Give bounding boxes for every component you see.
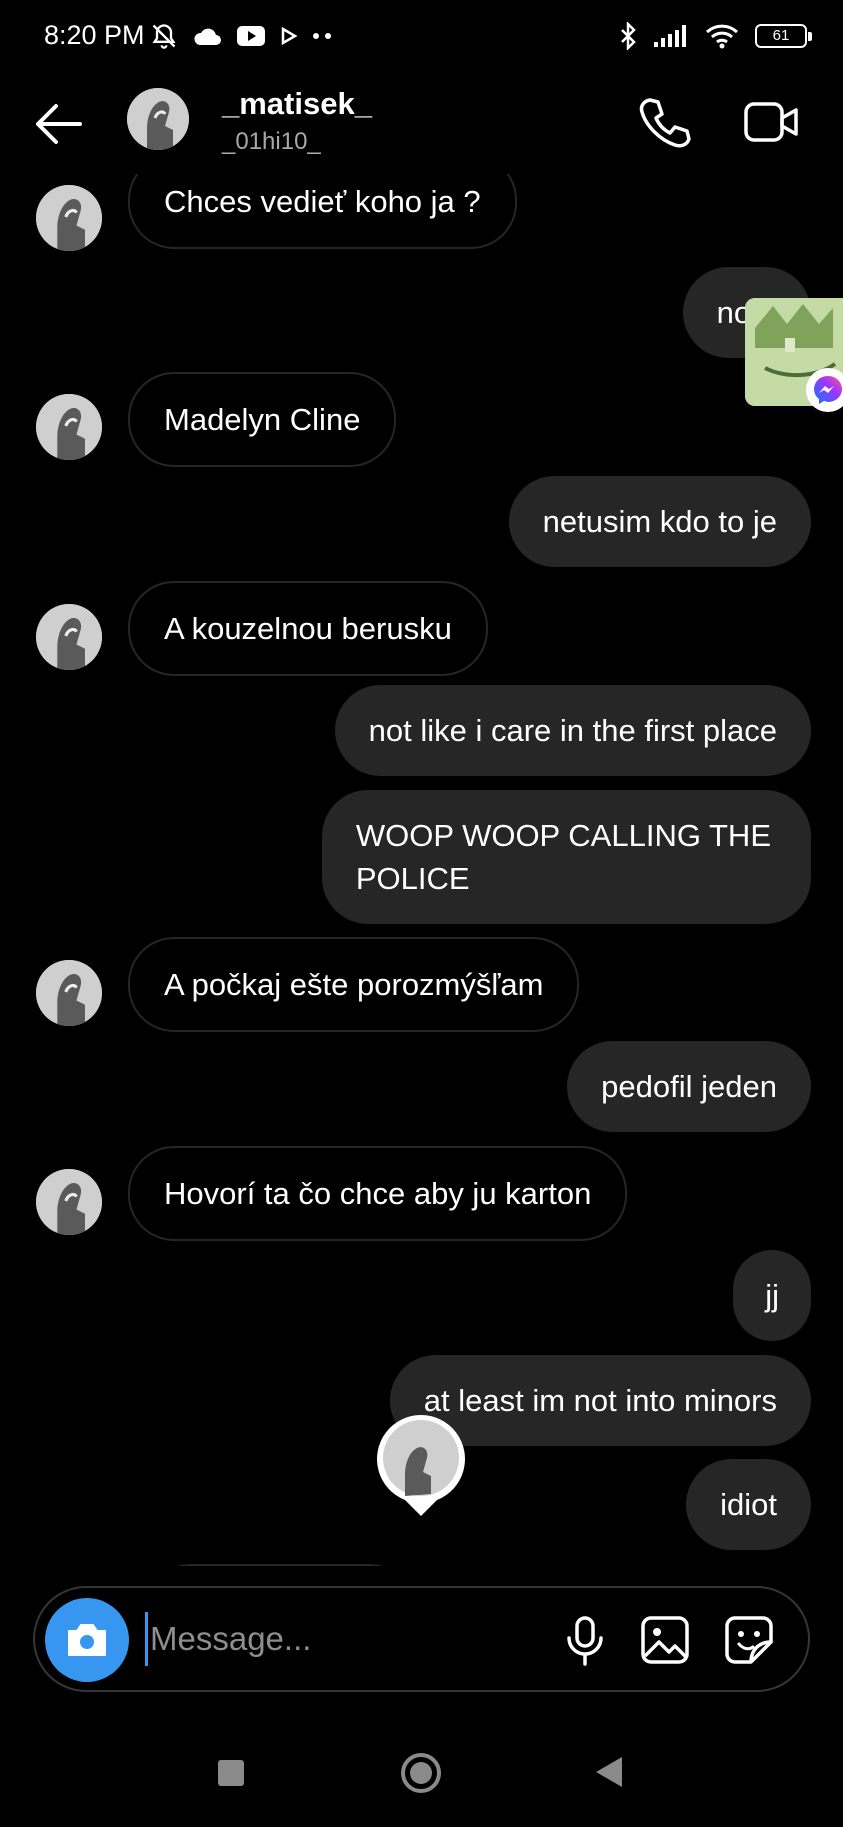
youtube-icon — [237, 26, 265, 46]
sender-avatar[interactable] — [36, 1169, 102, 1235]
camera-button[interactable] — [45, 1598, 129, 1682]
signal-icon — [654, 25, 686, 47]
recent-apps-icon[interactable] — [218, 1760, 244, 1786]
message-bubble-incoming[interactable]: A kouzelnou berusku — [128, 581, 488, 676]
sender-avatar[interactable] — [36, 394, 102, 460]
voice-message-button[interactable] — [555, 1610, 615, 1670]
avatar-image — [36, 394, 102, 460]
sticker-button[interactable] — [719, 1610, 779, 1670]
back-icon[interactable] — [596, 1757, 622, 1787]
message-text: pedofil jeden — [601, 1069, 777, 1104]
battery-level: 61 — [772, 27, 790, 44]
avatar-image — [36, 604, 102, 670]
bell-off-icon — [152, 24, 176, 49]
back-button[interactable] — [30, 96, 86, 152]
message-text: Chces vedieť koho ja ? — [164, 184, 481, 219]
status-system-icons: 61 — [619, 22, 812, 50]
camera-icon — [68, 1624, 106, 1656]
video-camera-icon — [744, 102, 798, 142]
status-time: 8:20 PM — [44, 20, 145, 50]
avatar-image — [36, 185, 102, 251]
message-bubble-incoming[interactable]: Hovorí ta čo chce aby ju karton — [128, 1146, 628, 1241]
message-text: A kouzelnou berusku — [164, 611, 452, 646]
sticker-icon — [725, 1616, 773, 1664]
message-text: not like i care in the first place — [368, 713, 777, 748]
avatar-image — [127, 88, 189, 150]
message-text: WOOP WOOP CALLING THE — [355, 818, 771, 853]
message-text: Madelyn Cline — [164, 402, 361, 437]
chat-header: _matisek_ _01hi10_ — [0, 74, 843, 174]
wifi-icon — [705, 24, 739, 49]
message-text: idiot — [720, 1487, 777, 1522]
sender-avatar[interactable] — [36, 185, 102, 251]
system-nav-bar — [0, 1727, 843, 1827]
play-icon — [281, 26, 298, 46]
message-input[interactable] — [145, 1612, 525, 1666]
gallery-icon — [641, 1616, 689, 1664]
partial-bubble — [150, 1564, 410, 1566]
dots-icon — [313, 33, 331, 39]
avatar-image — [377, 1415, 465, 1516]
video-call-button[interactable] — [742, 94, 802, 150]
avatar-image — [36, 1169, 102, 1235]
message-bubble-outgoing[interactable]: WOOP WOOP CALLING THE POLICE — [321, 790, 811, 924]
message-bubble-outgoing[interactable]: pedofil jeden — [567, 1041, 811, 1132]
message-bubble-incoming[interactable]: Chces vedieť koho ja ? — [128, 174, 517, 249]
message-text: A počkaj ešte porozmýšľam — [164, 967, 544, 1002]
sender-avatar[interactable] — [36, 604, 102, 670]
message-text: netusim kdo to je — [542, 504, 777, 539]
message-bubble-incoming[interactable]: A počkaj ešte porozmýšľam — [128, 937, 580, 1032]
back-arrow-icon — [36, 104, 82, 144]
message-bubble-outgoing[interactable]: not like i care in the first place — [334, 685, 811, 776]
message-bubble-outgoing[interactable]: netusim kdo to je — [508, 476, 811, 567]
audio-call-button[interactable] — [636, 94, 692, 150]
message-text: Hovorí ta čo chce aby ju karton — [164, 1176, 592, 1211]
phone-icon — [639, 98, 691, 148]
message-list[interactable]: Chces vedieť koho ja ? no d Madelyn Clin… — [0, 174, 843, 1566]
message-composer — [33, 1586, 810, 1692]
home-icon[interactable] — [401, 1753, 441, 1793]
message-text: jj — [765, 1278, 779, 1313]
gallery-button[interactable] — [635, 1610, 695, 1670]
cloud-icon — [194, 28, 221, 45]
message-bubble-incoming[interactable]: Madelyn Cline — [128, 372, 397, 467]
contact-handle[interactable]: _01hi10_ — [222, 128, 321, 156]
microphone-icon — [567, 1616, 603, 1666]
contact-avatar[interactable] — [127, 88, 189, 150]
avatar-image — [36, 960, 102, 1026]
status-notification-icons — [150, 22, 334, 50]
message-bubble-outgoing[interactable]: idiot — [686, 1459, 811, 1550]
seen-avatar-marker — [375, 1412, 467, 1516]
bluetooth-icon — [621, 22, 636, 50]
status-bar: 8:20 PM 61 — [0, 0, 843, 74]
messenger-icon — [806, 368, 843, 412]
message-bubble-outgoing[interactable]: jj — [733, 1250, 811, 1341]
contact-name[interactable]: _matisek_ — [222, 86, 372, 122]
battery-icon: 61 — [755, 24, 812, 48]
sender-avatar[interactable] — [36, 960, 102, 1026]
message-text-line2: POLICE — [355, 861, 470, 896]
message-text: at least im not into minors — [423, 1383, 777, 1418]
